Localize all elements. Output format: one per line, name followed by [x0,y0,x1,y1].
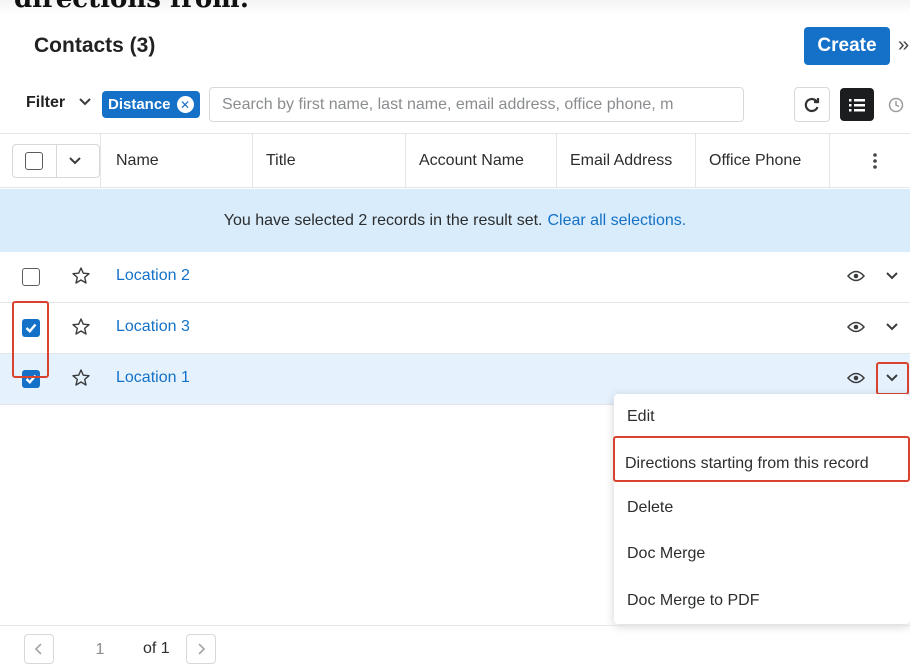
column-divider [100,134,101,187]
next-page-button[interactable] [186,634,216,664]
table-header: Name Title Account Name Email Address Of… [0,133,910,188]
eye-icon[interactable] [847,269,865,283]
menu-item-doc-merge[interactable]: Doc Merge [627,545,705,563]
chevron-down-icon[interactable] [68,154,82,168]
column-options-icon[interactable] [872,152,878,170]
row-name-link[interactable]: Location 3 [116,318,190,336]
filter-pill-label: Distance [108,96,171,113]
menu-item-doc-merge-pdf[interactable]: Doc Merge to PDF [627,592,759,610]
filter-pill-distance[interactable]: Distance ✕ [102,91,200,118]
row-name-link[interactable]: Location 2 [116,267,190,285]
column-header-title[interactable]: Title [266,134,296,187]
column-divider [829,134,830,187]
page-number-input[interactable]: 1 [80,636,120,664]
filter-chevron-down-icon[interactable] [78,95,92,114]
directions-highlight [613,436,910,482]
chevron-left-icon [34,643,42,655]
column-divider [695,134,696,187]
double-chevron-right-icon[interactable]: » [898,34,909,57]
list-view-button[interactable] [840,88,874,121]
column-divider [405,134,406,187]
chevron-highlight [876,362,909,395]
eye-icon[interactable] [847,320,865,334]
row-actions-chevron-icon[interactable] [884,268,900,284]
pagination: 1 of 1 [0,625,910,668]
list-icon [849,98,865,111]
caption-text: directions from: [14,0,249,14]
column-divider [252,134,253,187]
chevron-right-icon [198,643,206,655]
star-icon[interactable] [71,368,91,388]
activity-stream-button[interactable] [882,90,910,120]
refresh-icon [804,97,820,112]
selection-banner-text: You have selected 2 records in the resul… [223,211,543,229]
search-input[interactable] [209,87,744,122]
column-header-name[interactable]: Name [116,134,159,187]
clear-selections-link[interactable]: Clear all selections. [547,212,686,230]
row-name-link[interactable]: Location 1 [116,369,190,387]
refresh-button[interactable] [794,87,830,122]
selection-banner: You have selected 2 records in the resul… [0,189,910,252]
column-divider [556,134,557,187]
checkbox-highlight [12,301,49,378]
column-header-office-phone[interactable]: Office Phone [709,134,801,187]
column-header-account-name[interactable]: Account Name [419,134,524,187]
select-all-control[interactable] [12,144,100,178]
page-title: Contacts (3) [34,34,156,57]
clock-icon [888,97,904,113]
star-icon[interactable] [71,266,91,286]
previous-page-button[interactable] [24,634,54,664]
filter-label[interactable]: Filter [26,94,65,112]
create-button[interactable]: Create [804,27,890,65]
row-actions-chevron-icon[interactable] [884,319,900,335]
menu-item-delete[interactable]: Delete [627,499,673,517]
row-checkbox[interactable] [22,268,40,286]
menu-item-edit[interactable]: Edit [627,408,655,426]
column-header-email-address[interactable]: Email Address [570,134,672,187]
eye-icon[interactable] [847,371,865,385]
page-count: of 1 [143,640,170,657]
divider [56,144,57,178]
remove-filter-icon[interactable]: ✕ [176,96,194,113]
star-icon[interactable] [71,317,91,337]
table-row[interactable]: Location 3 [0,303,910,354]
table-row[interactable]: Location 2 [0,252,910,303]
row-actions-menu: Edit Directions starting from this recor… [614,394,910,624]
select-all-checkbox[interactable] [25,152,43,170]
